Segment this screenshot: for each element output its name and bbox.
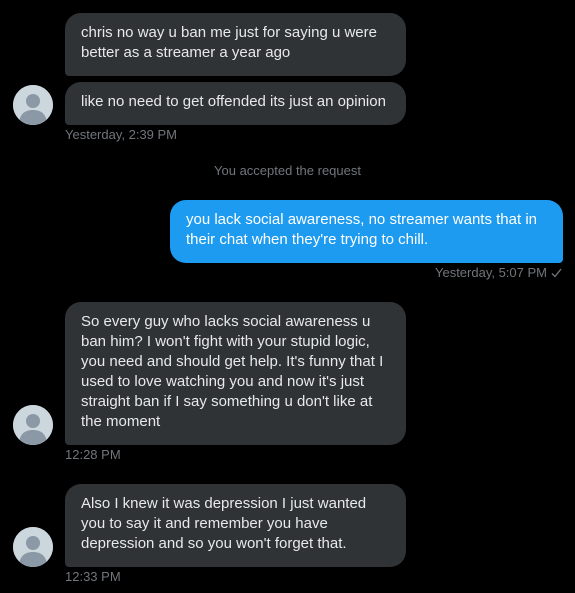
message-timestamp: 12:28 PM — [65, 447, 121, 462]
message-text: So every guy who lacks social awareness … — [81, 313, 384, 430]
message-bubble-incoming[interactable]: like no need to get offended its just an… — [65, 82, 406, 125]
sent-timestamp-row: Yesterday, 5:07 PM — [435, 265, 562, 281]
message-text: like no need to get offended its just an… — [81, 93, 386, 110]
message-bubble-outgoing[interactable]: you lack social awareness, no streamer w… — [170, 200, 563, 263]
message-bubble-incoming[interactable]: chris no way u ban me just for saying u … — [65, 13, 406, 76]
message-bubble-incoming[interactable]: Also I knew it was depression I just wan… — [65, 484, 406, 567]
message-timestamp: Yesterday, 2:39 PM — [65, 127, 178, 142]
message-timestamp: 12:33 PM — [65, 569, 121, 584]
default-avatar-icon — [13, 85, 53, 125]
system-message: You accepted the request — [214, 163, 361, 178]
default-avatar-icon — [13, 527, 53, 567]
avatar[interactable] — [13, 405, 53, 445]
message-text: you lack social awareness, no streamer w… — [186, 211, 537, 248]
avatar[interactable] — [13, 85, 53, 125]
message-text: chris no way u ban me just for saying u … — [81, 24, 377, 61]
checkmark-icon — [551, 265, 562, 280]
default-avatar-icon — [13, 405, 53, 445]
message-text: Also I knew it was depression I just wan… — [81, 495, 367, 552]
avatar[interactable] — [13, 527, 53, 567]
message-bubble-incoming[interactable]: So every guy who lacks social awareness … — [65, 302, 406, 445]
message-timestamp: Yesterday, 5:07 PM — [434, 265, 547, 280]
